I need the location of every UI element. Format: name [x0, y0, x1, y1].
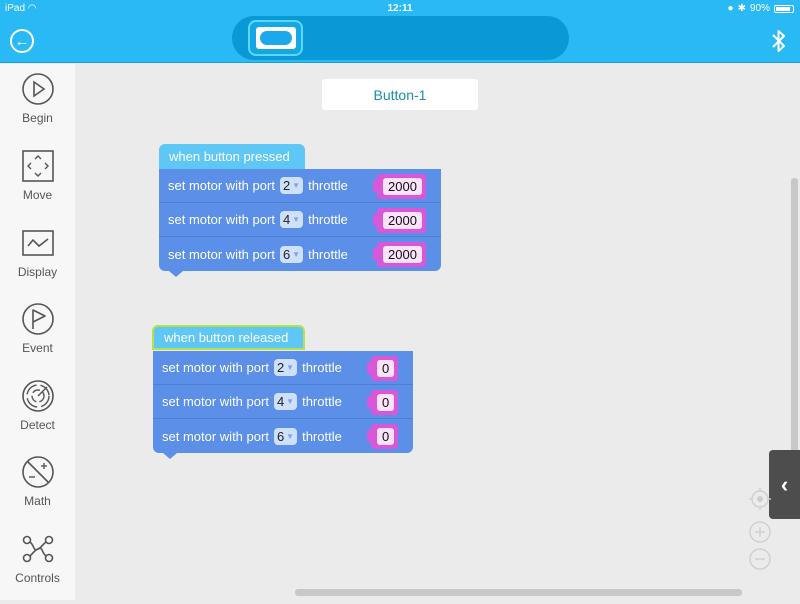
- dropdown-arrow-icon: ▼: [286, 363, 295, 372]
- throttle-value-input[interactable]: 2000: [383, 212, 422, 229]
- block-stack-released[interactable]: set motor with port 2 ▼ throttle 0 set mo…: [153, 351, 413, 459]
- play-icon: [21, 73, 54, 105]
- bluetooth-icon[interactable]: [770, 28, 788, 54]
- dropdown-arrow-icon: ▼: [286, 397, 295, 406]
- set-motor-block[interactable]: set motor with port 4 ▼ throttle 2000: [159, 203, 441, 237]
- port-dropdown[interactable]: 6 ▼: [273, 427, 298, 445]
- dropdown-arrow-icon: ▼: [292, 215, 301, 224]
- throttle-input-slot: 0: [366, 356, 399, 381]
- port-value: 6: [282, 246, 291, 262]
- battery-percent: 90%: [749, 3, 770, 14]
- sidebar-item-label: Controls: [15, 571, 60, 585]
- port-dropdown[interactable]: 6 ▼: [279, 245, 304, 263]
- set-motor-block[interactable]: set motor with port 2 ▼ throttle 2000: [159, 169, 441, 203]
- recenter-icon[interactable]: [748, 487, 772, 511]
- sidebar-item-begin[interactable]: Begin: [0, 72, 75, 144]
- vertical-scrollbar[interactable]: [791, 178, 798, 453]
- sidebar-item-label: Event: [22, 341, 53, 355]
- port-dropdown[interactable]: 4 ▼: [279, 211, 304, 228]
- port-dropdown[interactable]: 2 ▼: [273, 359, 298, 376]
- block-label: throttle: [308, 212, 348, 227]
- sidebar-item-event[interactable]: Event: [0, 302, 75, 374]
- port-value: 2: [276, 360, 285, 375]
- sidebar-item-label: Display: [17, 265, 58, 279]
- sidebar-item-detect[interactable]: Detect: [0, 379, 75, 451]
- throttle-input-slot: 2000: [373, 208, 426, 233]
- battery-fill: [776, 6, 791, 11]
- block-label: set motor with port: [168, 178, 275, 193]
- sidebar-item-label: Detect: [20, 418, 55, 432]
- math-icon: [21, 456, 54, 488]
- throttle-input-slot: 2000: [373, 174, 426, 199]
- move-icon: [21, 150, 54, 182]
- back-button[interactable]: ←: [10, 29, 34, 53]
- button-device-icon: [255, 27, 296, 49]
- dropdown-arrow-icon: ▼: [292, 181, 301, 190]
- block-label: set motor with port: [162, 360, 269, 375]
- zoom-in-icon[interactable]: [748, 520, 772, 544]
- status-bar: iPad ◠ 12:11 ● ✱ 90%: [0, 0, 800, 16]
- hat-block-when-released[interactable]: when button released: [152, 325, 305, 350]
- block-stack-pressed[interactable]: set motor with port 2 ▼ throttle 2000 set…: [159, 169, 441, 277]
- sidebar-item-label: Begin: [22, 111, 53, 125]
- dropdown-arrow-icon: ▼: [286, 431, 295, 441]
- horizontal-scrollbar[interactable]: [295, 589, 742, 596]
- sidebar-item-controls[interactable]: Controls: [0, 532, 75, 604]
- block-label: set motor with port: [168, 246, 275, 262]
- device-bar: [232, 16, 569, 60]
- block-label: set motor with port: [162, 428, 269, 444]
- throttle-value-input[interactable]: 0: [377, 360, 395, 377]
- chevron-left-icon: ‹: [780, 471, 789, 497]
- controls-icon: [22, 535, 53, 563]
- throttle-input-slot: 0: [366, 424, 399, 449]
- back-arrow-icon: ←: [14, 32, 30, 50]
- port-dropdown[interactable]: 2 ▼: [279, 177, 304, 194]
- block-label: throttle: [308, 178, 348, 193]
- throttle-value-input[interactable]: 2000: [383, 246, 422, 263]
- sidebar-item-label: Math: [24, 494, 51, 508]
- set-motor-block[interactable]: set motor with port 2 ▼ throttle 0: [153, 351, 413, 385]
- sidebar-item-label: Move: [22, 188, 53, 202]
- block-label: throttle: [308, 246, 348, 262]
- throttle-input-slot: 0: [366, 390, 399, 415]
- set-motor-block[interactable]: set motor with port 6 ▼ throttle 2000: [159, 237, 441, 277]
- port-value: 4: [276, 394, 285, 409]
- clock: 12:11: [387, 3, 413, 14]
- block-label: throttle: [302, 428, 342, 444]
- block-label: throttle: [302, 360, 342, 375]
- sidebar-item-display[interactable]: Display: [0, 226, 75, 298]
- status-right: ● ✱ 90%: [728, 3, 794, 14]
- component-name-field[interactable]: Button-1: [322, 79, 478, 110]
- sidebar-item-math[interactable]: Math: [0, 455, 75, 527]
- zoom-out-icon[interactable]: [748, 547, 772, 571]
- port-dropdown[interactable]: 4 ▼: [273, 393, 298, 410]
- block-label: throttle: [302, 394, 342, 409]
- throttle-value-input[interactable]: 0: [377, 428, 395, 445]
- drawer-toggle-button[interactable]: ‹: [769, 450, 800, 519]
- hat-block-when-pressed[interactable]: when button pressed: [159, 144, 305, 169]
- device-slot-button[interactable]: [248, 20, 303, 56]
- flag-icon: [21, 303, 54, 335]
- port-value: 6: [276, 428, 285, 444]
- radar-icon: [21, 380, 54, 412]
- throttle-input-slot: 2000: [373, 242, 426, 267]
- display-icon: [21, 230, 54, 256]
- block-label: set motor with port: [162, 394, 269, 409]
- throttle-value-input[interactable]: 2000: [383, 178, 422, 195]
- set-motor-block[interactable]: set motor with port 6 ▼ throttle 0: [153, 419, 413, 459]
- block-label: set motor with port: [168, 212, 275, 227]
- throttle-value-input[interactable]: 0: [377, 394, 395, 411]
- port-value: 4: [282, 212, 291, 227]
- top-bar: iPad ◠ 12:11 ● ✱ 90% ←: [0, 0, 800, 63]
- sidebar-item-move[interactable]: Move: [0, 149, 75, 221]
- button-pill: [259, 31, 292, 45]
- bluetooth-status-icon: ✱: [737, 3, 746, 14]
- battery-icon: [774, 4, 794, 13]
- sidebar: Begin Move Display Event Detect Math Con…: [0, 64, 75, 600]
- port-value: 2: [282, 178, 291, 193]
- alarm-icon: ●: [727, 3, 734, 14]
- set-motor-block[interactable]: set motor with port 4 ▼ throttle 0: [153, 385, 413, 419]
- dropdown-arrow-icon: ▼: [292, 249, 301, 259]
